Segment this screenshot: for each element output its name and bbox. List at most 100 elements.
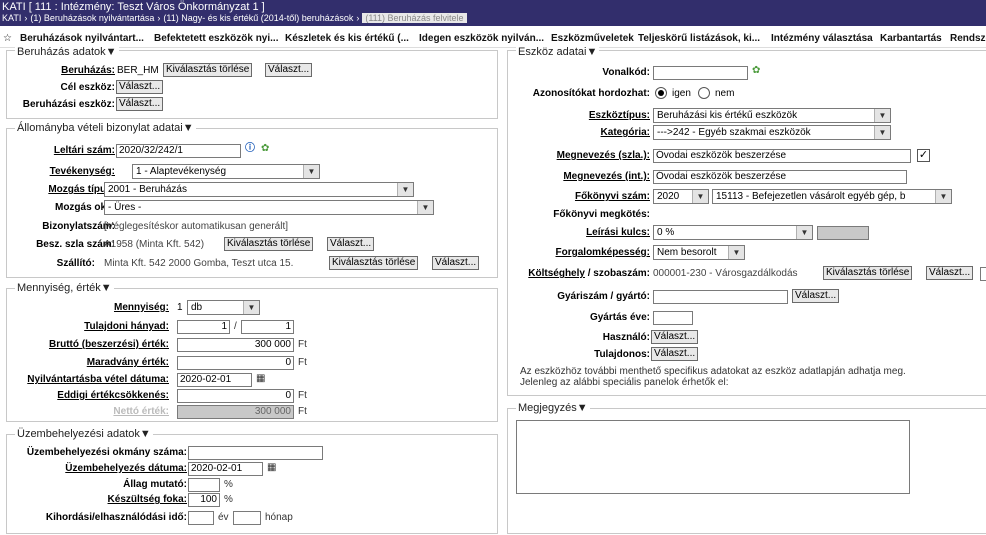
menu-item-rendszer[interactable]: Rendszer [950,33,986,44]
vonalkod-input[interactable] [653,66,748,80]
megjegyzes-legend[interactable]: Megjegyzés▼ [516,402,590,414]
menu-item-idegen[interactable]: Idegen eszközök nyilván... [419,33,544,44]
szallito-clear-button[interactable]: Kiválasztás törlése [329,256,419,270]
leirasi-kulcs-select[interactable]: 0 % ▼ [653,225,813,240]
main-menu: ☆ Beruházások nyilvántart... Befektetett… [0,30,986,48]
gyartas-eve-input[interactable] [653,311,693,325]
uzembe-panel: Üzembehelyezési adatok▼ Üzembehelyezési … [6,428,498,534]
megnevezes-int-input[interactable]: Óvodai eszközök beszerzése [653,170,907,184]
besz-szla-szam-value: A1958 (Minta Kft. 542) [104,239,205,250]
refresh-icon[interactable]: ✿ [752,65,760,77]
tevekenyseg-select[interactable]: 1 - Alaptevékenység ▼ [132,164,320,179]
beruhazasi-eszkoz-select-button[interactable]: Választ... [116,97,164,111]
forgalomkepesseg-select[interactable]: Nem besorolt ▼ [653,245,745,260]
kihordasi-ev-input[interactable] [188,511,214,525]
megnevezes-int-label: Megnevezés (int.): [563,171,650,182]
vonalkod-label: Vonalkód: [602,67,650,78]
menu-item-intezmeny[interactable]: Intézmény választása [771,33,873,44]
gyariszam-input[interactable] [653,290,788,304]
hasznalo-select-button[interactable]: Választ... [651,330,699,344]
mozgas-tipus-select[interactable]: 2001 - Beruházás ▼ [104,182,414,197]
beruhazas-legend[interactable]: Beruházás adatok▼ [15,46,119,58]
calendar-icon[interactable]: ▦ [267,462,276,474]
beruhazas-select-button[interactable]: Választ... [265,63,313,77]
refresh-icon[interactable]: ✿ [261,143,269,155]
beruhazas-clear-button[interactable]: Kiválasztás törlése [163,63,253,77]
mennyiseg-legend[interactable]: Mennyiség, érték▼ [15,282,114,294]
koltseghely-value: 000001-230 - Városgazdálkodás [653,268,798,279]
szobaszam-input[interactable] [980,267,986,281]
menu-item-karbantartas[interactable]: Karbantartás [880,33,942,44]
azonosito-nem-label: nem [715,88,735,99]
azonosito-nem-radio[interactable] [698,87,710,99]
chevron-down-icon: ▼ [874,109,890,122]
breadcrumb-separator-icon: › [24,13,28,23]
allomany-legend[interactable]: Állományba vételi bizonylat adatai▼ [15,122,196,134]
eszkoztipus-label: Eszköztípus: [588,110,650,121]
chevron-down-icon: ▼ [796,226,812,239]
gyartas-eve-label: Gyártás éve: [589,312,650,323]
breadcrumb: KATI › (1) Beruházások nyilvántartása › (11)… [2,13,467,23]
kihordasi-ido-label: Kihordási/elhasználódási idő: [45,512,187,523]
fokonyvi-szam-select[interactable]: 15113 - Befejezetlen vásárolt egyéb gép,… [712,189,952,204]
keszultseg-foka-label: Készültség foka: [107,494,187,505]
eddigi-ertekcsokkenes-input[interactable]: 0 [177,389,294,403]
mennyiseg-value: 1 [177,302,183,313]
eszkoz-legend[interactable]: Eszköz adatai▼ [516,46,600,58]
mennyiseg-panel: Mennyiség, érték▼ Mennyiség: 1 db ▼ Tulaj… [6,282,498,422]
leltari-szam-input[interactable]: 2020/32/242/1 [116,144,241,158]
kihordasi-honap-input[interactable] [233,511,261,525]
menu-item-befektetett[interactable]: Befektetett eszközök nyi... [154,33,278,44]
eszkoztipus-select[interactable]: Beruházási kis értékű eszközök ▼ [653,108,891,123]
mennyiseg-unit-select[interactable]: db ▼ [187,300,260,315]
besz-szla-clear-button[interactable]: Kiválasztás törlése [224,237,314,251]
tulajdonos-label: Tulajdonos: [594,349,650,360]
megjegyzes-textarea[interactable] [516,420,910,494]
menu-item-eszkozmuveletek[interactable]: Eszközműveletek [551,33,634,44]
cel-eszkoz-select-button[interactable]: Választ... [116,80,164,94]
koltseghely-clear-button[interactable]: Kiválasztás törlése [823,266,913,280]
maradvany-ertek-input[interactable]: 0 [177,356,294,370]
beruhazas-label[interactable]: Beruházás: [61,65,115,76]
mozgas-oka-select[interactable]: - Üres - ▼ [104,200,434,215]
tulajdoni-hanyad-numerator-input[interactable]: 1 [177,320,230,334]
gyarto-select-button[interactable]: Választ... [792,289,840,303]
koltseghely-link[interactable]: Költséghely [528,268,585,279]
menu-item-listazasok[interactable]: Teljeskörű listázások, ki... [638,33,760,44]
chevron-down-icon: ▼ [303,165,319,178]
tulajdonos-select-button[interactable]: Választ... [651,347,699,361]
favorites-star-icon[interactable]: ☆ [3,33,12,44]
nyilv-datum-input[interactable]: 2020-02-01 [177,373,252,387]
info-icon[interactable]: ⓘ [245,143,255,155]
azonosito-igen-radio[interactable] [655,87,667,99]
menu-item-keszletek[interactable]: Készletek és kis értékű (... [285,33,409,44]
brutto-ertek-input[interactable]: 300 000 [177,338,294,352]
breadcrumb-item-beruhazasok[interactable]: (11) Nagy- és kis értékű (2014-től) beru… [163,13,353,23]
megnevezes-szla-input[interactable]: Óvodai eszközök beszerzése [653,149,911,163]
kategoria-select[interactable]: --->242 - Egyéb szakmai eszközök ▼ [653,125,891,140]
uzembe-legend[interactable]: Üzembehelyezési adatok▼ [15,428,153,440]
allag-mutato-input[interactable] [188,478,220,492]
keszultseg-foka-input[interactable]: 100 [188,493,220,507]
fokonyvi-year-select[interactable]: 2020 ▼ [653,189,709,204]
brutto-ertek-label: Bruttó (beszerzési) érték: [48,339,169,350]
bizonylatszam-value: [Véglegesítéskor automatikusan generált] [104,221,288,232]
megnevezes-szla-checkbox[interactable]: ✓ [917,149,930,162]
hasznalo-label: Használó: [602,332,650,343]
szallito-select-button[interactable]: Választ... [432,256,480,270]
breadcrumb-item-kati[interactable]: KATI [2,13,21,23]
breadcrumb-item-nyilvantartas[interactable]: (1) Beruházások nyilvántartása [30,13,154,23]
azonosito-label: Azonosítókat hordozhat: [532,88,650,99]
koltseghely-select-button[interactable]: Választ... [926,266,974,280]
megnevezes-szla-label: Megnevezés (szla.): [556,150,650,161]
beruhazas-panel: Beruházás adatok▼ Beruházás: BER_HM Kivá… [6,46,498,119]
okmany-szama-input[interactable] [188,446,323,460]
calendar-icon[interactable]: ▦ [256,373,265,385]
tulajdoni-hanyad-denominator-input[interactable]: 1 [241,320,294,334]
besz-szla-select-button[interactable]: Választ... [327,237,375,251]
menu-item-beruhazasok[interactable]: Beruházások nyilvántart... [20,33,144,44]
breadcrumb-separator-icon: › [157,13,161,23]
uzembe-datum-input[interactable]: 2020-02-01 [188,462,263,476]
tulajdoni-hanyad-label: Tulajdoni hányad: [84,321,169,332]
mennyiseg-label: Mennyiség: [113,302,169,313]
